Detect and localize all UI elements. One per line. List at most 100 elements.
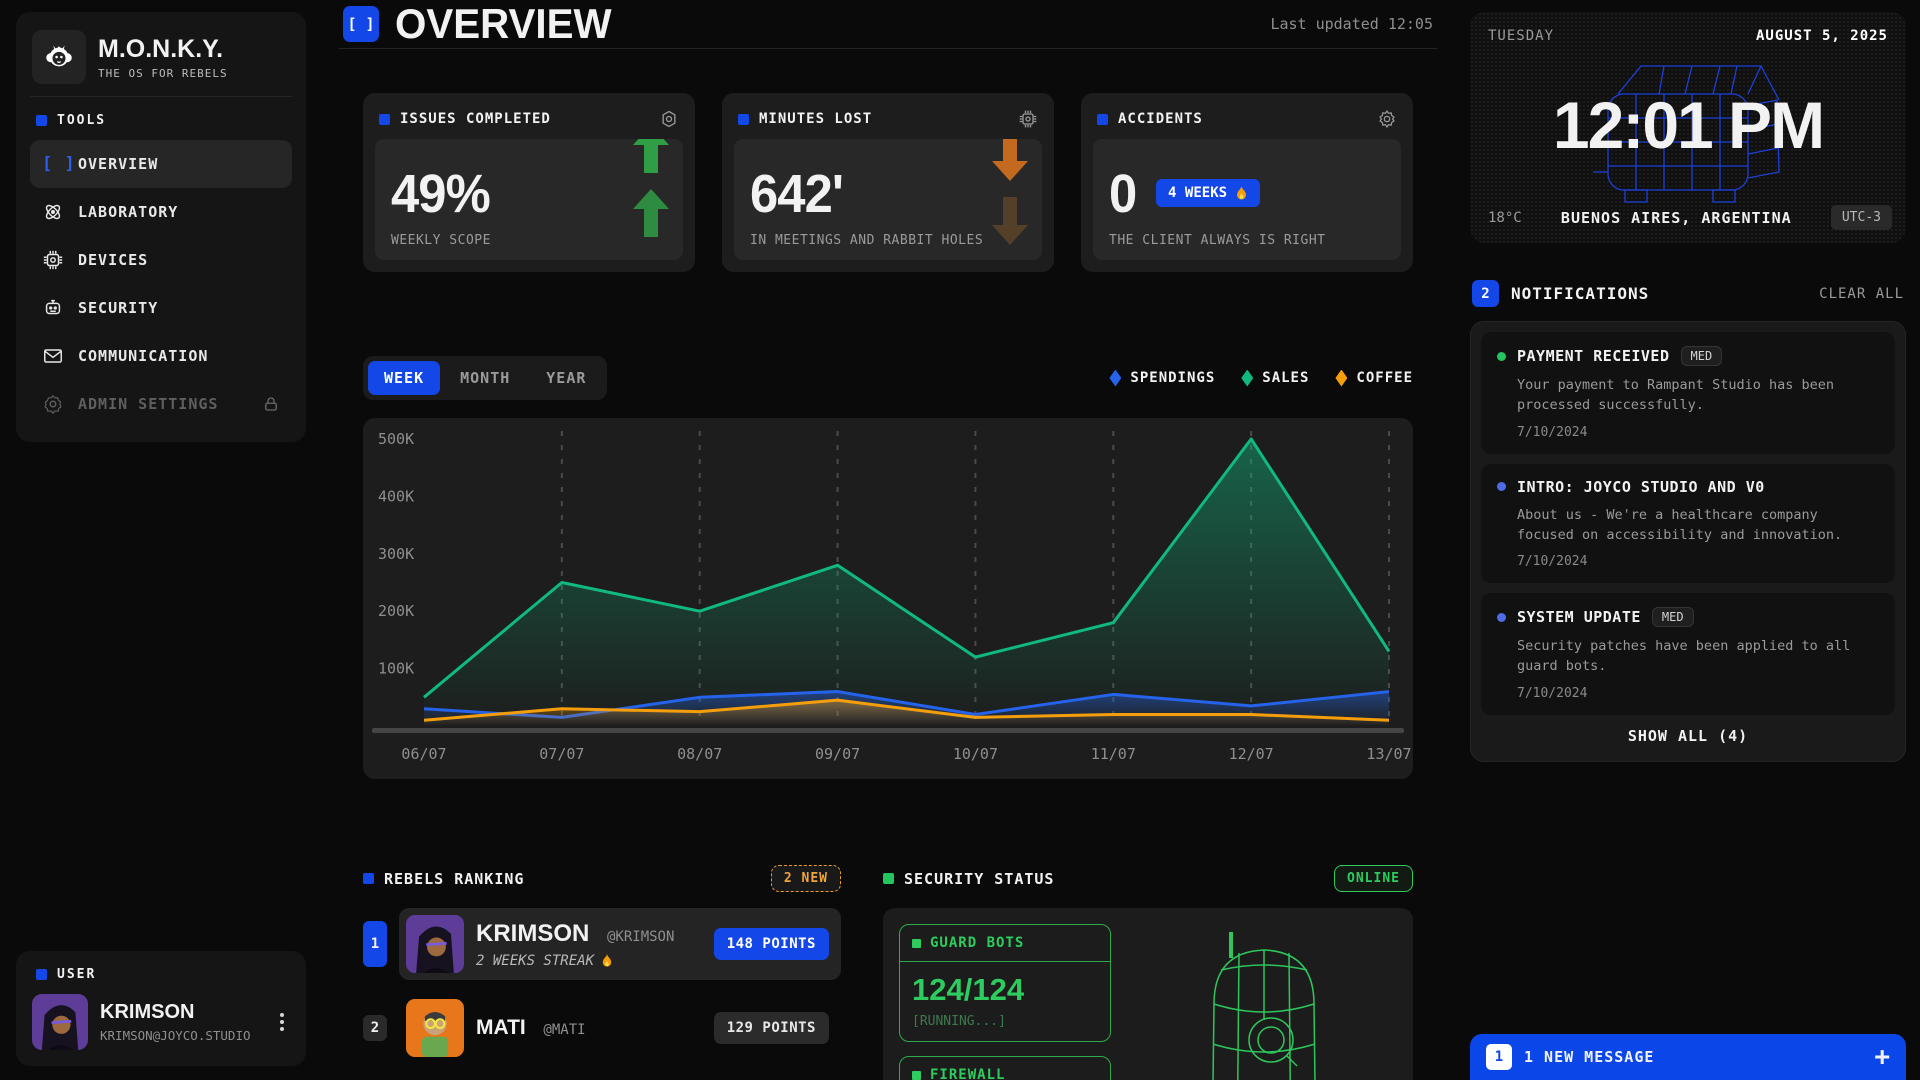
user-email: KRIMSON@JOYCO.STUDIO [100, 1028, 251, 1043]
stat-square-icon [379, 114, 390, 125]
tab-week[interactable]: WEEK [368, 361, 440, 395]
hex-nut-icon[interactable] [659, 109, 679, 129]
sidebar-item-overview[interactable]: [ ] OVERVIEW [30, 140, 292, 188]
location: BUENOS AIRES, ARGENTINA [1522, 209, 1831, 227]
tab-year[interactable]: YEAR [530, 361, 602, 395]
level-badge: MED [1681, 346, 1723, 366]
panel-square-icon [363, 873, 374, 884]
points-badge: 148 POINTS [714, 928, 829, 960]
svg-text:300K: 300K [378, 545, 414, 563]
notification-item[interactable]: INTRO: JOYCO STUDIO AND V0 About us - We… [1481, 464, 1895, 584]
right-panel: TUESDAY AUGUST 5, 2025 12:01 PM [1470, 12, 1906, 1080]
utc-badge: UTC-3 [1831, 205, 1892, 230]
notification-count-badge: 2 [1472, 280, 1499, 307]
rebel-name: MATI [476, 1016, 526, 1039]
temperature: 18°C [1488, 210, 1522, 226]
stat-value: 49% [391, 167, 650, 221]
sidebar-item-devices[interactable]: DEVICES [30, 236, 292, 284]
guard-bots-state: [RUNNING...] [912, 1014, 1098, 1029]
user-row[interactable]: KRIMSON KRIMSON@JOYCO.STUDIO [32, 994, 290, 1050]
lock-icon [262, 395, 280, 413]
stat-label: ISSUES COMPLETED [400, 111, 551, 127]
user-section-label: USER [36, 967, 286, 982]
diamond-marker [1241, 370, 1253, 387]
kebab-icon[interactable] [274, 1007, 290, 1037]
svg-text:12/07: 12/07 [1229, 745, 1274, 763]
svg-text:13/07: 13/07 [1366, 745, 1411, 763]
stats-row: ISSUES COMPLETED 49% WEEKLY SCOPE [363, 93, 1413, 272]
message-count-badge: 1 [1486, 1044, 1512, 1070]
sidebar-item-communication[interactable]: COMMUNICATION [30, 332, 292, 380]
monkey-logo-icon [32, 30, 86, 84]
security-status-panel: SECURITY STATUS ONLINE GUARD BOTS [883, 865, 1413, 1080]
trend-up-icon [633, 139, 669, 237]
chart-legend: SPENDINGS SALES COFFEE [1109, 370, 1413, 387]
section-square-icon [36, 115, 47, 126]
rebel-handle: @MATI [543, 1022, 585, 1038]
user-name: KRIMSON [100, 1001, 251, 1024]
stat-caption: WEEKLY SCOPE [391, 233, 491, 248]
new-badge: 2 NEW [771, 865, 841, 892]
sidebar: M.O.N.K.Y. THE OS FOR REBELS TOOLS [ ] O… [16, 12, 306, 1066]
trend-down-icon [992, 139, 1028, 245]
chip-icon[interactable] [1018, 109, 1038, 129]
stat-value: 642' [750, 167, 1009, 221]
sidebar-nav: [ ] OVERVIEW LABORATORY D [30, 140, 292, 428]
sidebar-item-admin-settings[interactable]: ADMIN SETTINGS [30, 380, 292, 428]
legend-sales: SALES [1241, 370, 1309, 387]
clock-date: AUGUST 5, 2025 [1756, 28, 1888, 44]
stat-square-icon [1097, 114, 1108, 125]
panel-square-icon [883, 873, 894, 884]
status-dot [1497, 482, 1506, 491]
ranking-row-1[interactable]: 1 [363, 908, 841, 980]
svg-text:500K: 500K [378, 430, 414, 448]
chart-controls: WEEK MONTH YEAR SPENDINGS SALES [363, 356, 1413, 400]
plus-icon[interactable]: + [1874, 1044, 1890, 1070]
rebels-ranking-panel: REBELS RANKING 2 NEW 1 [363, 865, 841, 1080]
legend-spendings: SPENDINGS [1109, 370, 1215, 387]
gear-icon[interactable] [1377, 109, 1397, 129]
app-title: M.O.N.K.Y. [98, 35, 228, 64]
avatar [406, 999, 464, 1057]
section-square-icon [36, 969, 47, 980]
svg-text:10/07: 10/07 [953, 745, 998, 763]
stat-card-minutes: MINUTES LOST 642' IN MEETINGS AND RABBIT… [722, 93, 1054, 272]
last-updated: Last updated 12:05 [1270, 15, 1433, 33]
new-message-bar[interactable]: 1 1 NEW MESSAGE + [1470, 1034, 1906, 1080]
ranking-row-2[interactable]: 2 [363, 992, 841, 1064]
stat-card-issues: ISSUES COMPLETED 49% WEEKLY SCOPE [363, 93, 695, 272]
show-all-button[interactable]: SHOW ALL (4) [1481, 715, 1895, 751]
status-dot [1497, 352, 1506, 361]
stat-square-icon [738, 114, 749, 125]
svg-text:100K: 100K [378, 660, 414, 678]
rebel-streak: 2 WEEKS STREAK [476, 953, 674, 969]
streak-badge: 4 WEEKS [1156, 179, 1260, 207]
guard-bots-card: GUARD BOTS 124/124 [RUNNING...] [899, 924, 1111, 1042]
brackets-icon: [ ] [343, 6, 379, 42]
online-badge: ONLINE [1334, 865, 1413, 892]
points-badge: 129 POINTS [714, 1012, 829, 1044]
rank-chip: 2 [363, 1015, 387, 1041]
main-column: [ ] OVERVIEW Last updated 12:05 ISSUES C… [339, 0, 1437, 1080]
panel-title: SECURITY STATUS [904, 870, 1054, 888]
range-tabs: WEEK MONTH YEAR [363, 356, 607, 400]
tab-month[interactable]: MONTH [444, 361, 526, 395]
svg-text:06/07: 06/07 [401, 745, 446, 763]
sidebar-item-security[interactable]: SECURITY [30, 284, 292, 332]
sidebar-item-laboratory[interactable]: LABORATORY [30, 188, 292, 236]
svg-text:09/07: 09/07 [815, 745, 860, 763]
clear-all-button[interactable]: CLEAR ALL [1819, 286, 1904, 302]
robot-icon [42, 297, 64, 319]
stat-value: 0 [1109, 167, 1136, 221]
flame-icon [1235, 185, 1248, 201]
notification-item[interactable]: SYSTEM UPDATE MED Security patches have … [1481, 593, 1895, 715]
notification-item[interactable]: PAYMENT RECEIVED MED Your payment to Ram… [1481, 332, 1895, 454]
app-logo: M.O.N.K.Y. THE OS FOR REBELS [30, 26, 292, 97]
clock-day: TUESDAY [1488, 28, 1554, 44]
svg-text:07/07: 07/07 [539, 745, 584, 763]
legend-coffee: COFFEE [1335, 370, 1413, 387]
status-dot [1497, 613, 1506, 622]
rebel-name: KRIMSON [476, 920, 589, 947]
rank-chip: 1 [363, 921, 387, 967]
chip-icon [42, 249, 64, 271]
